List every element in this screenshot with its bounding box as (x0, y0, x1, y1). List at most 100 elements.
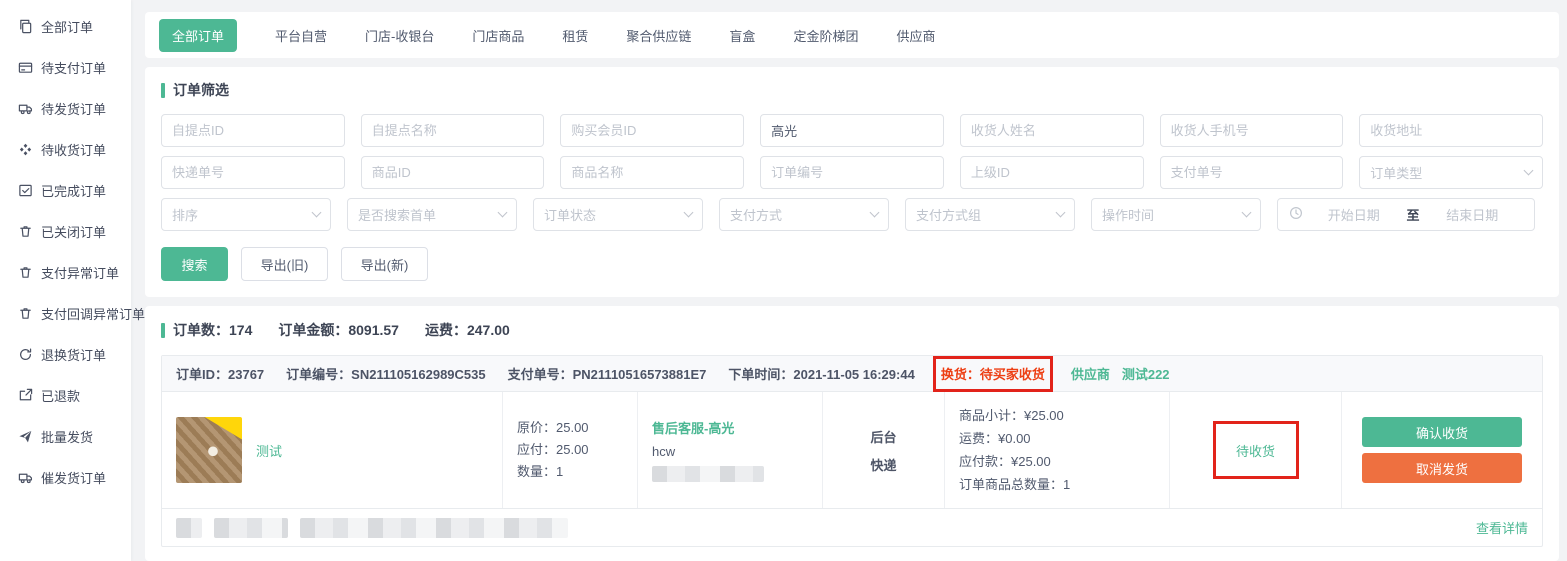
goods-id-input[interactable] (361, 156, 545, 189)
sidebar-item-label: 催发货订单 (41, 468, 106, 487)
pay-method-group-select[interactable]: 支付方式组 (905, 198, 1075, 231)
chevron-down-icon (312, 208, 322, 218)
export-new-button[interactable]: 导出(新) (341, 247, 428, 281)
parent-id-input[interactable] (960, 156, 1144, 189)
summary-freight: 运费：247.00 (425, 320, 510, 340)
receiver-phone-input[interactable] (1160, 114, 1344, 147)
order-time: 下单时间：2021-11-05 16:29:44 (728, 364, 914, 383)
date-range-separator: 至 (1405, 205, 1422, 224)
product-cell: 测试 (162, 392, 502, 508)
results-summary: 订单数：174 订单金额：8091.57 运费：247.00 (161, 320, 1543, 340)
order-source: 后台 (870, 427, 896, 446)
cancel-shipment-button[interactable]: 取消发货 (1362, 453, 1522, 483)
tab-platform-self[interactable]: 平台自营 (275, 26, 327, 45)
receiver-address-input[interactable] (1359, 114, 1543, 147)
filter-row3: 排序 是否搜索首单 订单状态 支付方式 支付方式组 操作时间 (161, 198, 1543, 231)
sidebar-item-pending-receive[interactable]: 待收货订单 (0, 129, 131, 170)
chevron-down-icon (1056, 208, 1066, 218)
chevron-down-icon (498, 208, 508, 218)
tab-supplier[interactable]: 供应商 (896, 26, 935, 45)
amounts-cell: 商品小计：¥25.00 运费：¥0.00 应付款：¥25.00 订单商品总数量：… (944, 392, 1169, 508)
order-sn-input[interactable] (760, 156, 944, 189)
chevron-down-icon (1524, 166, 1534, 176)
first-order-select[interactable]: 是否搜索首单 (347, 198, 517, 231)
filter-grid: 订单类型 (161, 114, 1543, 189)
order-pay-no: 支付单号：PN21110516573881E7 (508, 364, 707, 383)
truck-icon (18, 101, 33, 116)
operate-time-select[interactable]: 操作时间 (1091, 198, 1261, 231)
pay-no-input[interactable] (1160, 156, 1344, 189)
pay-method-select[interactable]: 支付方式 (719, 198, 889, 231)
tab-lease[interactable]: 租赁 (562, 26, 588, 45)
end-date-placeholder[interactable]: 结束日期 (1422, 205, 1524, 224)
title-accent-bar (161, 83, 165, 98)
summary-order-amount: 订单金额：8091.57 (278, 320, 399, 340)
customer-name: hcw (652, 444, 808, 459)
order-sn: 订单编号：SN211105162989C535 (286, 364, 485, 383)
sidebar-item-label: 批量发货 (41, 427, 93, 446)
goods-subtotal: 商品小计：¥25.00 (959, 404, 1155, 427)
parcel-icon (18, 142, 33, 157)
filter-title: 订单筛选 (161, 80, 1543, 100)
order-card-footer: 查看详情 (162, 508, 1542, 546)
order-type-select[interactable]: 订单类型 (1359, 156, 1543, 189)
sort-select-value: 排序 (172, 205, 198, 224)
pay-method-select-value: 支付方式 (730, 205, 782, 224)
sidebar-item-label: 待收货订单 (41, 140, 106, 159)
receiver-name-input[interactable] (960, 114, 1144, 147)
supplier-name: 测试222 (1122, 364, 1170, 383)
sidebar-item-label: 已完成订单 (41, 181, 106, 200)
goods-name-input[interactable] (560, 156, 744, 189)
customer-cell: 售后客服-高光 hcw (637, 392, 822, 508)
buyer-member-id-input[interactable] (560, 114, 744, 147)
sidebar-item-closed[interactable]: 已关闭订单 (0, 211, 131, 252)
tab-blind-box[interactable]: 盲盒 (729, 26, 755, 45)
sidebar-item-pay-error[interactable]: 支付异常订单 (0, 252, 131, 293)
tab-all-orders[interactable]: 全部订单 (159, 19, 237, 52)
sidebar-item-label: 退换货订单 (41, 345, 106, 364)
pickup-point-id-input[interactable] (161, 114, 345, 147)
sidebar-item-pay-callback-error[interactable]: 支付回调异常订单 (0, 293, 131, 334)
sidebar-item-pending-payment[interactable]: 待支付订单 (0, 47, 131, 88)
tab-store-cashier[interactable]: 门店-收银台 (365, 26, 434, 45)
sidebar-item-completed[interactable]: 已完成订单 (0, 170, 131, 211)
tab-deposit-ladder[interactable]: 定金阶梯团 (793, 26, 858, 45)
sidebar-item-refunded[interactable]: 已退款 (0, 375, 131, 416)
sidebar-item-batch-ship[interactable]: 批量发货 (0, 416, 131, 457)
sidebar-item-all-orders[interactable]: 全部订单 (0, 6, 131, 47)
view-detail-link[interactable]: 查看详情 (1476, 518, 1528, 537)
sidebar-item-urge-ship[interactable]: 催发货订单 (0, 457, 131, 498)
chevron-down-icon (684, 208, 694, 218)
filter-actions: 搜索 导出(旧) 导出(新) (161, 247, 1543, 281)
export-old-button[interactable]: 导出(旧) (241, 247, 328, 281)
order-status-select[interactable]: 订单状态 (533, 198, 703, 231)
tab-store-goods[interactable]: 门店商品 (472, 26, 524, 45)
product-name-link[interactable]: 测试 (256, 441, 282, 460)
supplier-info: 供应商 测试222 (1071, 364, 1170, 383)
pickup-point-name-input[interactable] (361, 114, 545, 147)
date-range-picker[interactable]: 开始日期 至 结束日期 (1277, 198, 1535, 231)
payable-price: 应付：25.00 (517, 439, 623, 461)
search-button[interactable]: 搜索 (161, 247, 228, 281)
sidebar-item-returns[interactable]: 退换货订单 (0, 334, 131, 375)
redacted-address-block (176, 518, 202, 538)
member-nickname-input[interactable] (760, 114, 944, 147)
tab-supply-chain[interactable]: 聚合供应链 (626, 26, 691, 45)
main-content: 全部订单 平台自营 门店-收银台 门店商品 租赁 聚合供应链 盲盒 定金阶梯团 … (131, 0, 1567, 561)
redacted-customer-phone (652, 466, 764, 482)
sort-select[interactable]: 排序 (161, 198, 331, 231)
confirm-receipt-button[interactable]: 确认收货 (1362, 417, 1522, 447)
product-image[interactable] (176, 417, 242, 483)
trash-icon (18, 224, 33, 239)
bank-card-icon (18, 60, 33, 75)
channel-cell: 后台 快递 (822, 392, 944, 508)
annotation-box-order-status: 待收货 (1213, 421, 1299, 479)
order-status-text: 待收货 (1236, 441, 1275, 460)
sidebar-item-pending-ship[interactable]: 待发货订单 (0, 88, 131, 129)
express-no-input[interactable] (161, 156, 345, 189)
clock-icon (1289, 206, 1303, 223)
order-id: 订单ID：23767 (176, 364, 264, 383)
start-date-placeholder[interactable]: 开始日期 (1303, 205, 1405, 224)
order-type-tabs: 全部订单 平台自营 门店-收银台 门店商品 租赁 聚合供应链 盲盒 定金阶梯团 … (145, 12, 1559, 58)
send-icon (18, 429, 33, 444)
